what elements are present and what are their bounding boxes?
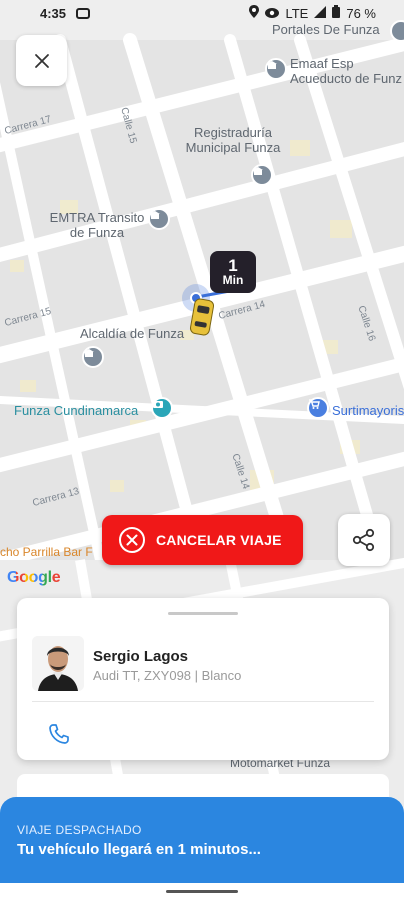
shopping-cart-icon bbox=[307, 397, 329, 419]
trip-status-message: Tu vehículo llegará en 1 minutos... bbox=[17, 841, 261, 858]
app-notification-icon bbox=[76, 7, 91, 19]
card-divider bbox=[32, 701, 374, 702]
share-button[interactable] bbox=[338, 514, 390, 566]
eta-value: 1 bbox=[228, 256, 238, 275]
google-logo-text: Google bbox=[7, 569, 61, 586]
map-label-parrilla: cho Parrilla Bar F bbox=[0, 545, 93, 559]
cancel-circle-icon bbox=[119, 527, 145, 553]
status-time: 4:35 bbox=[40, 5, 67, 21]
map-label-alcaldia: Alcaldía de Funza bbox=[80, 326, 185, 341]
signal-icon bbox=[314, 5, 327, 21]
system-nav-bar bbox=[0, 883, 404, 900]
home-gesture-bar[interactable] bbox=[166, 890, 238, 893]
landmark-icon bbox=[82, 346, 104, 368]
status-bar: 4:35 LTE 76 % bbox=[0, 0, 404, 26]
camera-icon bbox=[151, 397, 173, 419]
driver-name: Sergio Lagos bbox=[93, 648, 189, 665]
call-driver-button[interactable] bbox=[47, 722, 71, 746]
map-label-surtimayorista: Surtimayoris bbox=[332, 403, 404, 418]
map-label-emaaf: Emaaf Esp Acueducto de Funz bbox=[290, 56, 403, 86]
map-view[interactable]: Portales De Funza Emaaf Esp Acueducto de… bbox=[0, 0, 404, 900]
network-label: LTE bbox=[285, 5, 309, 21]
google-logo: Google bbox=[7, 569, 61, 587]
eye-icon bbox=[265, 6, 280, 21]
location-icon bbox=[249, 5, 260, 21]
share-icon bbox=[352, 528, 375, 552]
battery-percentage: 76 % bbox=[346, 5, 376, 21]
phone-icon bbox=[49, 724, 69, 744]
close-button[interactable] bbox=[16, 35, 67, 86]
eta-unit: Min bbox=[222, 273, 244, 287]
landmark-icon bbox=[265, 58, 287, 80]
map-label-registraduria: Registraduría Municipal Funza bbox=[185, 125, 281, 155]
cancel-trip-button[interactable]: CANCELAR VIAJE bbox=[102, 515, 303, 565]
trip-status-label: VIAJE DESPACHADO bbox=[17, 823, 142, 837]
driver-card: Sergio Lagos Audi TT, ZXY098 | Blanco bbox=[17, 598, 389, 760]
map-label-emtra: EMTRA Transito de Funza bbox=[49, 210, 145, 240]
driver-avatar bbox=[32, 636, 84, 691]
map-label-funza: Funza Cundinamarca bbox=[14, 403, 139, 418]
eta-badge: 1 Min bbox=[210, 251, 256, 293]
close-icon bbox=[34, 53, 49, 68]
cancel-trip-label: CANCELAR VIAJE bbox=[156, 532, 282, 548]
landmark-icon bbox=[251, 164, 273, 186]
drag-handle[interactable] bbox=[168, 612, 238, 615]
trip-status-panel: VIAJE DESPACHADO Tu vehículo llegará en … bbox=[0, 797, 404, 883]
vehicle-info: Audi TT, ZXY098 | Blanco bbox=[93, 668, 242, 683]
battery-icon bbox=[332, 5, 341, 21]
landmark-icon bbox=[148, 208, 170, 230]
